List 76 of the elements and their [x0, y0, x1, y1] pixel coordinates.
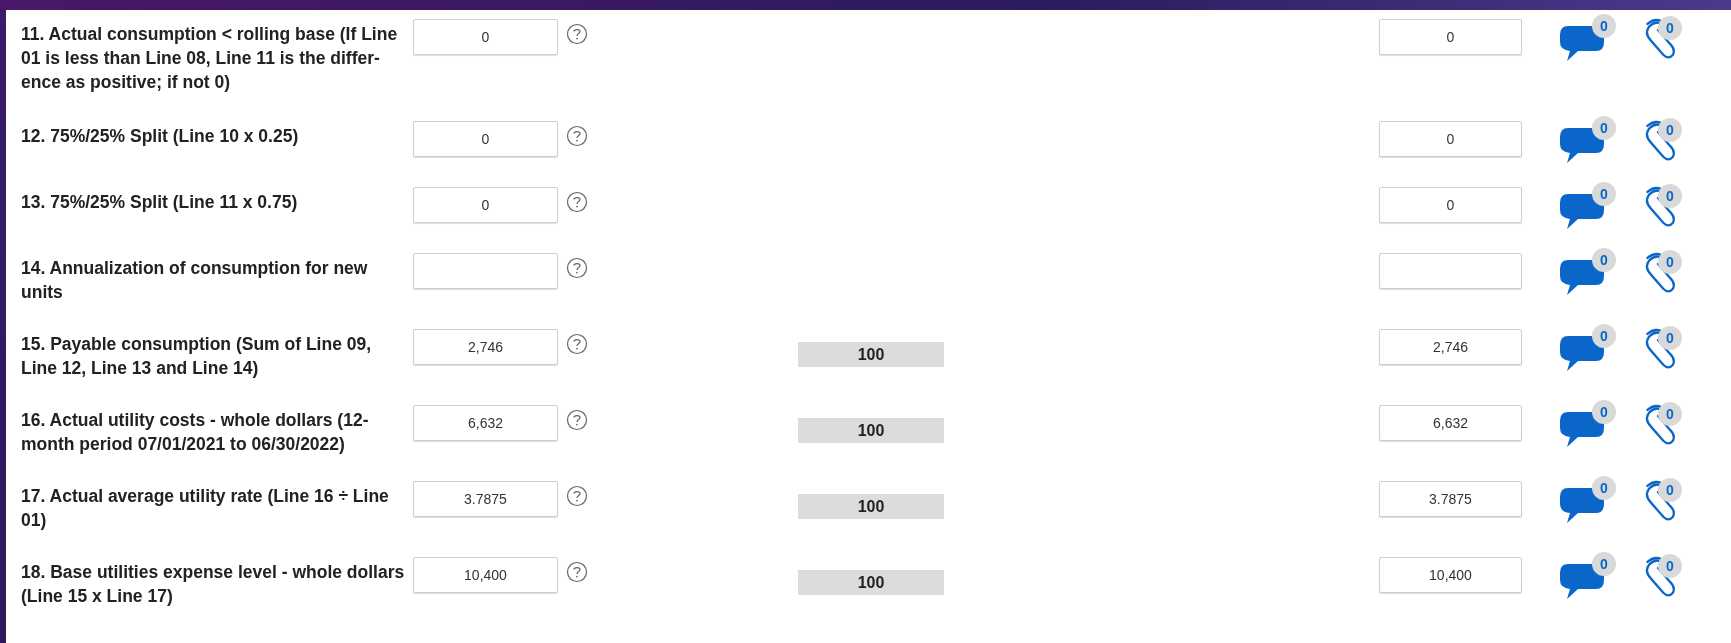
comment-button[interactable]: 0: [1558, 400, 1616, 446]
value-field[interactable]: 0: [413, 121, 558, 157]
line-label: 18. Base utilities expense level - whole dollars (Line 15 x Line 17): [21, 561, 406, 608]
attachment-button[interactable]: 0: [1640, 324, 1686, 370]
help-button[interactable]: [566, 561, 588, 583]
count-badge: 0: [1658, 326, 1682, 350]
help-icon: [566, 23, 588, 45]
line-label: 14. Annualization of consumption for new units: [21, 257, 369, 304]
help-button[interactable]: [566, 333, 588, 355]
attachment-button[interactable]: 0: [1640, 476, 1686, 522]
help-icon: [566, 485, 588, 507]
count-badge: 0: [1592, 552, 1616, 576]
line-label: 13. 75%/25% Split (Line 11 x 0.75): [21, 191, 299, 214]
attachment-button[interactable]: 0: [1640, 14, 1686, 60]
help-button[interactable]: [566, 191, 588, 213]
adjusted-value-field[interactable]: 0: [1379, 121, 1522, 157]
value-field[interactable]: [413, 253, 558, 289]
comment-button[interactable]: 0: [1558, 14, 1616, 60]
line-label: 11. Actual consumption < rolling base (If Line 01 is less than Line 08, Line 11 is the differ- ence as positive; if not 0): [21, 23, 399, 94]
comment-button[interactable]: 0: [1558, 248, 1616, 294]
comment-button[interactable]: 0: [1558, 324, 1616, 370]
adjusted-value-field[interactable]: 3.7875: [1379, 481, 1522, 517]
count-badge: 0: [1658, 402, 1682, 426]
attachment-button[interactable]: 0: [1640, 182, 1686, 228]
help-button[interactable]: [566, 257, 588, 279]
percent-cell: 100: [798, 418, 944, 443]
line-label: 16. Actual utility costs - whole dollars (12- month period 07/01/2021 to 06/30/2022): [21, 409, 370, 456]
comment-button[interactable]: 0: [1558, 116, 1616, 162]
value-field[interactable]: 0: [413, 187, 558, 223]
count-badge: 0: [1592, 14, 1616, 38]
comment-button[interactable]: 0: [1558, 552, 1616, 598]
help-button[interactable]: [566, 485, 588, 507]
help-icon: [566, 409, 588, 431]
adjusted-value-field[interactable]: [1379, 253, 1522, 289]
help-icon: [566, 333, 588, 355]
adjusted-value-field[interactable]: 0: [1379, 19, 1522, 55]
attachment-button[interactable]: 0: [1640, 552, 1686, 598]
count-badge: 0: [1592, 476, 1616, 500]
value-field[interactable]: 10,400: [413, 557, 558, 593]
adjusted-value-field[interactable]: 6,632: [1379, 405, 1522, 441]
help-icon: [566, 125, 588, 147]
count-badge: 0: [1592, 400, 1616, 424]
percent-cell: 100: [798, 342, 944, 367]
adjusted-value-field[interactable]: 0: [1379, 187, 1522, 223]
help-button[interactable]: [566, 125, 588, 147]
attachment-button[interactable]: 0: [1640, 248, 1686, 294]
help-icon: [566, 191, 588, 213]
attachment-button[interactable]: 0: [1640, 116, 1686, 162]
help-button[interactable]: [566, 23, 588, 45]
percent-cell: 100: [798, 570, 944, 595]
adjusted-value-field[interactable]: 10,400: [1379, 557, 1522, 593]
comment-button[interactable]: 0: [1558, 182, 1616, 228]
count-badge: 0: [1658, 184, 1682, 208]
value-field[interactable]: 6,632: [413, 405, 558, 441]
help-button[interactable]: [566, 409, 588, 431]
line-label: 15. Payable consumption (Sum of Line 09, Line 12, Line 13 and Line 14): [21, 333, 373, 380]
count-badge: 0: [1658, 554, 1682, 578]
value-field[interactable]: 2,746: [413, 329, 558, 365]
comment-button[interactable]: 0: [1558, 476, 1616, 522]
help-icon: [566, 257, 588, 279]
line-label: 12. 75%/25% Split (Line 10 x 0.25): [21, 125, 300, 148]
adjusted-value-field[interactable]: 2,746: [1379, 329, 1522, 365]
count-badge: 0: [1592, 248, 1616, 272]
count-badge: 0: [1592, 182, 1616, 206]
help-icon: [566, 561, 588, 583]
count-badge: 0: [1592, 116, 1616, 140]
count-badge: 0: [1658, 16, 1682, 40]
count-badge: 0: [1592, 324, 1616, 348]
count-badge: 0: [1658, 478, 1682, 502]
value-field[interactable]: 0: [413, 19, 558, 55]
count-badge: 0: [1658, 118, 1682, 142]
line-label: 17. Actual average utility rate (Line 16 ÷ Line 01): [21, 485, 390, 532]
attachment-button[interactable]: 0: [1640, 400, 1686, 446]
value-field[interactable]: 3.7875: [413, 481, 558, 517]
percent-cell: 100: [798, 494, 944, 519]
count-badge: 0: [1658, 250, 1682, 274]
